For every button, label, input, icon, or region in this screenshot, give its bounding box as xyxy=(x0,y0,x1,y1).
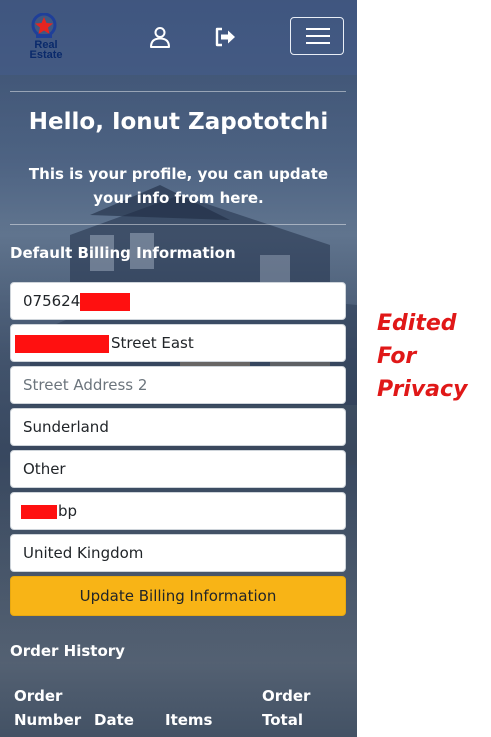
redaction-mark xyxy=(15,334,109,353)
logo-text-line2: Estate xyxy=(29,49,63,61)
top-navbar: Real Estate xyxy=(0,0,357,75)
col-order-number-header: Order Number xyxy=(14,684,81,732)
city-field[interactable]: Sunderland xyxy=(10,408,346,446)
mobile-viewport: Real Estate Hello, Ionut Zapototchi This… xyxy=(0,0,357,737)
update-billing-button[interactable]: Update Billing Information xyxy=(10,576,346,616)
city-value: Sunderland xyxy=(23,418,109,436)
col-date-header: Date xyxy=(94,711,134,729)
logo-mark-icon xyxy=(31,13,57,38)
country-field[interactable]: United Kingdom xyxy=(10,534,346,572)
hamburger-line xyxy=(306,35,330,37)
postcode-field[interactable]: bp xyxy=(10,492,346,530)
brand-logo[interactable]: Real Estate xyxy=(20,13,72,61)
col-total-line1: Order xyxy=(262,687,311,705)
profile-greeting: Hello, Ionut Zapototchi xyxy=(28,109,329,135)
col-total-line2: Total xyxy=(262,711,303,729)
annotation-line3: Privacy xyxy=(377,377,468,402)
col-items-header: Items xyxy=(165,711,213,729)
phone-field[interactable]: 075624 xyxy=(10,282,346,320)
redaction-mark xyxy=(21,504,57,519)
billing-section-title: Default Billing Information xyxy=(10,244,236,262)
hamburger-line xyxy=(306,42,330,44)
col-total-header: Order Total xyxy=(262,684,310,732)
country-value: United Kingdom xyxy=(23,544,144,562)
street-address-2-field[interactable] xyxy=(10,366,346,404)
user-icon[interactable] xyxy=(148,25,172,49)
street-address-1-value: Street East xyxy=(111,334,194,352)
divider-top xyxy=(10,91,346,92)
annotation-line1: Edited xyxy=(377,311,457,336)
annotation-line2: For xyxy=(377,344,417,369)
postcode-value: bp xyxy=(58,502,78,520)
phone-field-value: 075624 xyxy=(23,292,81,310)
order-history-title: Order History xyxy=(10,642,125,660)
col-order-number-line2: Number xyxy=(14,711,82,729)
privacy-annotation: Edited For Privacy xyxy=(377,307,467,406)
logout-icon[interactable] xyxy=(213,25,237,49)
profile-subtitle: This is your profile, you can update you… xyxy=(28,165,329,207)
street-address-1-field[interactable]: Street East xyxy=(10,324,346,362)
hamburger-line xyxy=(306,28,330,30)
county-field[interactable]: Other xyxy=(10,450,346,488)
col-order-number-line1: Order xyxy=(14,687,63,705)
divider-middle xyxy=(10,224,346,225)
redaction-mark xyxy=(80,292,131,311)
hamburger-menu-button[interactable] xyxy=(290,17,344,55)
county-value: Other xyxy=(23,460,66,478)
